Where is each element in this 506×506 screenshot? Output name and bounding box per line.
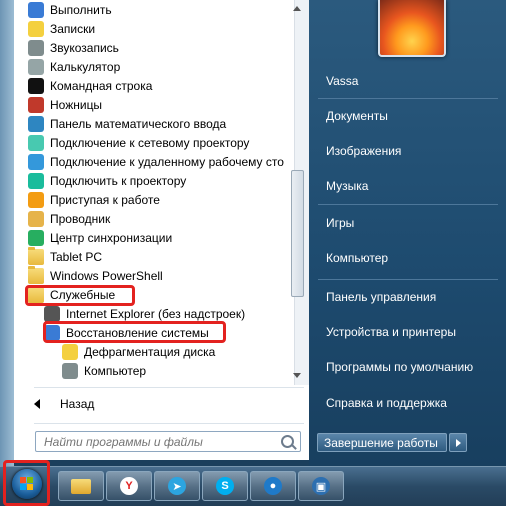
program-item[interactable]: Дефрагментация диска [62, 342, 215, 361]
taskbar-button-app-blue[interactable]: ● [250, 471, 296, 501]
folder-icon [71, 478, 91, 494]
telegram-icon: ➤ [168, 477, 186, 495]
projector-icon [28, 172, 44, 189]
remote-desktop-icon [28, 153, 44, 170]
divider [318, 98, 498, 99]
program-label: Калькулятор [50, 59, 121, 74]
network-projector-icon [28, 134, 44, 151]
program-item[interactable]: Компьютер [62, 361, 146, 380]
program-item[interactable]: Панель математического ввода [28, 114, 226, 133]
folder-icon [28, 246, 44, 265]
program-item[interactable]: Приступая к работе [28, 190, 160, 209]
program-item[interactable]: Ножницы [28, 95, 102, 114]
taskbar-button-app-remote[interactable]: ▣ [298, 471, 344, 501]
program-item[interactable]: Записки [28, 19, 95, 38]
scroll-down-arrow-icon[interactable] [293, 373, 301, 378]
computer-icon [62, 362, 78, 379]
right-item[interactable]: Игры [326, 216, 354, 230]
program-item[interactable]: Командная строка [28, 76, 152, 95]
program-item[interactable]: Центр синхронизации [28, 228, 172, 247]
command-prompt-icon [28, 77, 44, 94]
scrollbar-thumb[interactable] [291, 170, 304, 297]
shutdown-options-arrow[interactable] [449, 433, 467, 452]
taskbar-button-yandex-browser[interactable]: Y [106, 471, 152, 501]
yandex-icon: Y [120, 477, 138, 495]
divider [34, 423, 304, 424]
program-label: Приступая к работе [50, 192, 160, 207]
program-label: Выполнить [50, 2, 112, 17]
program-item[interactable]: Калькулятор [28, 57, 120, 76]
shutdown-label: Завершение работы [324, 435, 438, 450]
program-item[interactable]: Проводник [28, 209, 110, 228]
program-item[interactable]: Подключить к проектору [28, 171, 186, 190]
back-arrow-icon [34, 399, 40, 409]
program-item[interactable]: Подключение к сетевому проектору [28, 133, 249, 152]
run-icon [28, 1, 44, 18]
search-icon[interactable] [281, 435, 294, 448]
folder-icon [28, 265, 44, 284]
sticky-notes-icon [28, 20, 44, 37]
right-item[interactable]: Документы [326, 109, 388, 123]
program-label: Компьютер [84, 363, 147, 378]
program-label: Звукозапись [50, 40, 119, 55]
skype-icon: S [216, 477, 234, 495]
program-item[interactable]: Выполнить [28, 0, 112, 19]
right-item[interactable]: Компьютер [326, 251, 388, 265]
remote-icon: ▣ [312, 477, 330, 495]
scroll-up-arrow-icon[interactable] [293, 6, 301, 11]
math-input-icon [28, 115, 44, 132]
calculator-icon [28, 58, 44, 75]
back-button[interactable]: Назад [34, 397, 94, 411]
right-item[interactable]: Панель управления [326, 290, 436, 304]
right-item[interactable]: Справка и поддержка [326, 396, 447, 410]
program-label: Дефрагментация диска [84, 344, 216, 359]
search-box[interactable] [35, 431, 301, 452]
highlight-system-restore [43, 321, 226, 343]
program-item[interactable]: Звукозапись [28, 38, 119, 57]
right-item[interactable]: Изображения [326, 144, 401, 158]
programs-pane: Выполнить Записки Звукозапись Калькулятор Ко… [14, 0, 310, 460]
search-input[interactable] [36, 432, 282, 451]
program-label: Командная строка [50, 78, 153, 93]
taskbar-button-file-explorer[interactable] [58, 471, 104, 501]
scissors-icon [28, 96, 44, 113]
explorer-folder-icon [28, 210, 44, 227]
right-item[interactable]: Музыка [326, 179, 368, 193]
right-item[interactable]: Vassa [326, 74, 358, 88]
getting-started-icon [28, 191, 44, 208]
program-label: Центр синхронизации [50, 230, 173, 245]
program-item[interactable]: Tablet PC [28, 246, 103, 266]
taskbar-button-telegram[interactable]: ➤ [154, 471, 200, 501]
divider [318, 279, 498, 280]
program-label: Ножницы [50, 97, 103, 112]
cloud-icon: ● [264, 477, 282, 495]
program-label: Подключить к проектору [50, 173, 187, 188]
taskbar-button-skype[interactable]: S [202, 471, 248, 501]
defragment-icon [62, 343, 78, 360]
program-label: Windows PowerShell [50, 268, 163, 283]
start-menu-left-frame [0, 0, 14, 466]
shutdown-button[interactable]: Завершение работы [317, 433, 447, 452]
program-item[interactable]: Windows PowerShell [28, 265, 163, 285]
divider [318, 204, 498, 205]
highlight-start-button [3, 460, 50, 506]
program-label: Tablet PC [50, 249, 103, 264]
program-label: Подключение к удаленному рабочему сто [50, 154, 284, 169]
microphone-icon [28, 39, 44, 56]
divider [34, 387, 304, 388]
highlight-sluzhebnye [25, 285, 135, 306]
back-label: Назад [60, 397, 95, 411]
program-item[interactable]: Подключение к удаленному рабочему сто [28, 152, 284, 171]
right-item[interactable]: Программы по умолчанию [326, 360, 473, 374]
program-label: Панель математического ввода [50, 116, 227, 131]
program-label: Записки [50, 21, 96, 36]
sync-center-icon [28, 229, 44, 246]
program-label: Проводник [50, 211, 111, 226]
start-menu: Выполнить Записки Звукозапись Калькулятор Ко… [0, 0, 506, 466]
program-label: Internet Explorer (без надстроек) [66, 306, 246, 321]
program-label: Подключение к сетевому проектору [50, 135, 250, 150]
right-item[interactable]: Устройства и принтеры [326, 325, 456, 339]
internet-explorer-icon [44, 305, 60, 322]
user-avatar[interactable] [378, 0, 446, 57]
